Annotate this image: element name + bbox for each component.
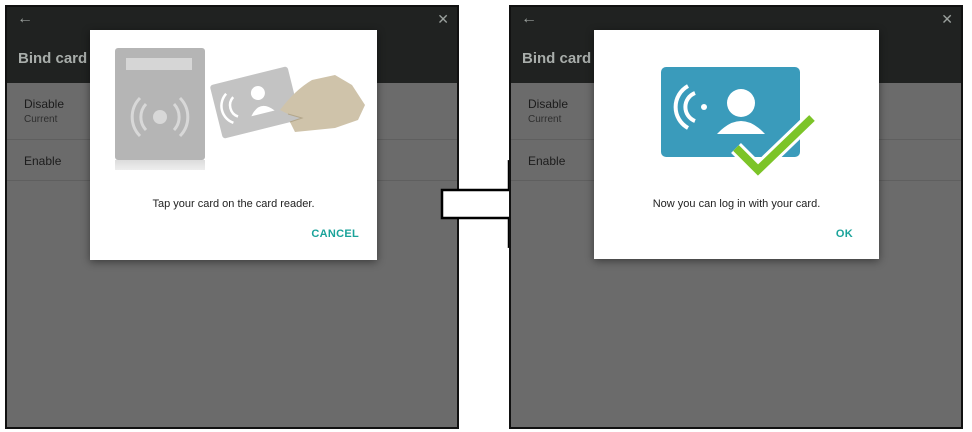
card-bound-dialog: Now you can log in with your card. OK — [594, 30, 879, 259]
close-icon[interactable]: ✕ — [941, 9, 953, 29]
close-icon[interactable]: ✕ — [437, 9, 449, 29]
screen-after: ← ✕ Bind card f Disable Current Enable N… — [509, 5, 963, 429]
screen-before: ← ✕ Bind card t Disable Current Enable T… — [5, 5, 459, 429]
dialog-message: Tap your card on the card reader. — [152, 198, 315, 210]
page-title: Bind card t — [18, 50, 97, 67]
page-title: Bind card f — [522, 50, 601, 67]
ok-button[interactable]: OK — [836, 228, 853, 240]
list-item-primary: Disable — [24, 97, 65, 111]
list-item-secondary: Current — [528, 114, 562, 125]
back-arrow-icon[interactable]: ← — [521, 9, 537, 29]
card-check-illustration — [661, 67, 817, 180]
list-item-primary: Disable — [528, 97, 569, 111]
card-tap-dialog: Tap your card on the card reader. CANCEL — [90, 30, 377, 260]
back-arrow-icon[interactable]: ← — [17, 9, 33, 29]
cancel-button[interactable]: CANCEL — [311, 228, 359, 240]
list-item-secondary: Current — [24, 114, 58, 125]
list-item-primary: Enable — [528, 154, 566, 168]
user-icon — [727, 89, 755, 117]
card-reader-tap-illustration — [115, 48, 365, 170]
hand-icon — [280, 75, 365, 132]
list-item-primary: Enable — [24, 154, 62, 168]
dialog-message: Now you can log in with your card. — [652, 198, 821, 210]
